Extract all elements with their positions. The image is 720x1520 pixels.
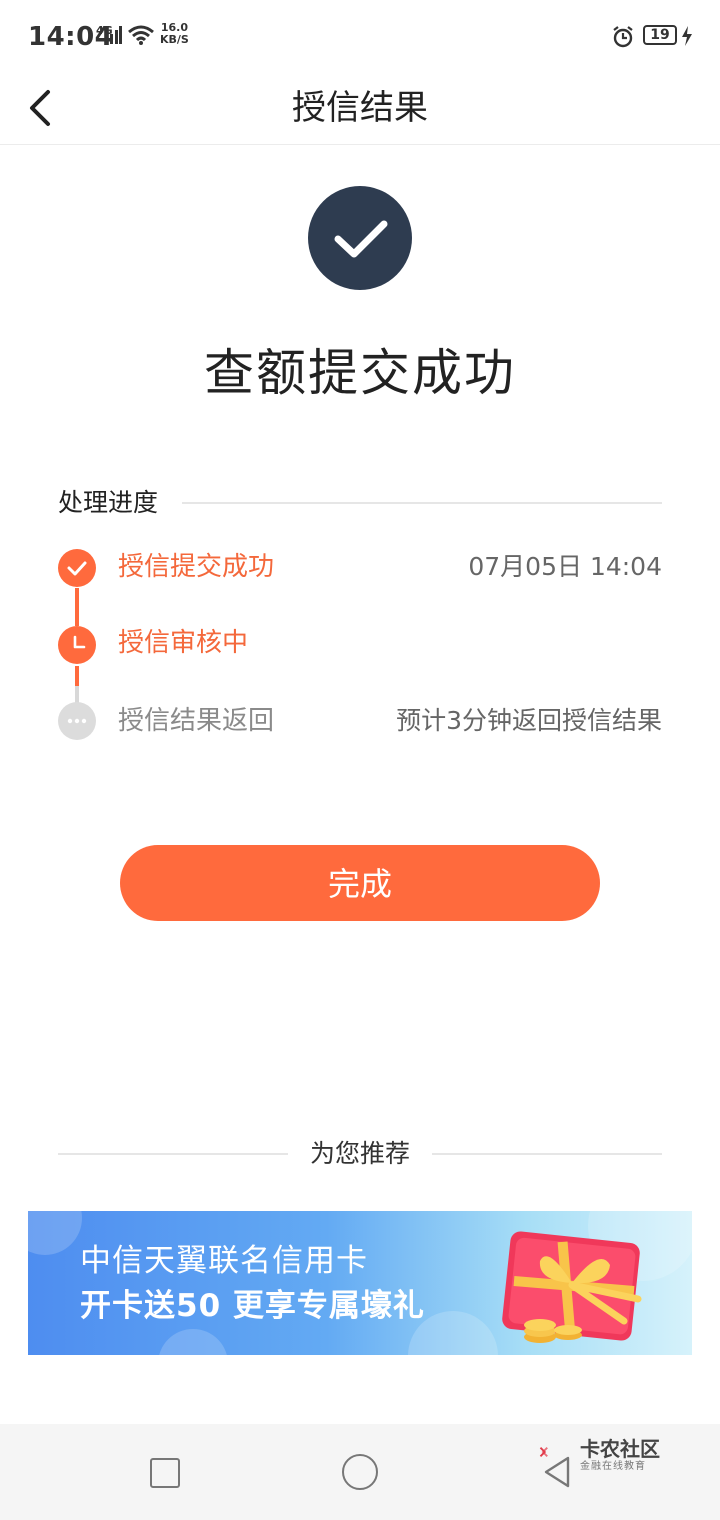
- watermark-logo: [539, 1447, 548, 1457]
- check-icon: [334, 220, 388, 258]
- promo-banner[interactable]: 中信天翼联名信用卡 开卡送50 更享专属壕礼: [28, 1211, 692, 1355]
- progress-heading: 处理进度: [58, 488, 159, 517]
- decor-bubble: [28, 1211, 82, 1255]
- network-speed: 16.0 KB/S: [160, 22, 189, 46]
- watermark-subtitle: 金融在线教育: [580, 1461, 646, 1472]
- signal-icon: [105, 26, 122, 44]
- banner-title: 中信天翼联名信用卡: [80, 1243, 368, 1279]
- done-button[interactable]: 完成: [120, 845, 600, 921]
- ellipsis-icon: [67, 718, 87, 724]
- recommend-heading: 为您推荐: [309, 1139, 410, 1168]
- banner-subtitle: 开卡送50 更享专属壕礼: [80, 1288, 425, 1324]
- clock-icon: [73, 635, 86, 649]
- step-connector: [75, 666, 79, 686]
- charging-icon: [682, 26, 692, 46]
- step-label: 授信提交成功: [118, 552, 275, 582]
- divider: [182, 502, 662, 504]
- step-pending-icon: [58, 702, 96, 740]
- step-done-icon: [58, 549, 96, 587]
- decor-bubble: [158, 1329, 228, 1355]
- step-active-icon: [58, 626, 96, 664]
- step-label: 授信审核中: [118, 628, 249, 658]
- app-header: 授信结果: [0, 72, 720, 145]
- success-badge: [308, 186, 412, 290]
- home-button[interactable]: [342, 1454, 378, 1490]
- step-connector: [75, 588, 79, 626]
- alarm-icon: [613, 26, 633, 48]
- recents-button[interactable]: [150, 1458, 180, 1488]
- status-bar: 14:04 4G 16.0 KB/S 19: [0, 0, 720, 72]
- step-estimate: 预计3分钟返回授信结果: [396, 706, 662, 735]
- gift-card-icon: [502, 1231, 642, 1343]
- battery-level: 19: [643, 25, 677, 45]
- step-label: 授信结果返回: [118, 706, 275, 736]
- network-speed-unit: KB/S: [160, 33, 189, 46]
- page-title: 授信结果: [292, 88, 428, 128]
- step-time: 07月05日 14:04: [468, 552, 662, 581]
- wifi-icon: [128, 25, 154, 45]
- check-icon: [67, 561, 87, 576]
- result-title: 查额提交成功: [204, 344, 516, 402]
